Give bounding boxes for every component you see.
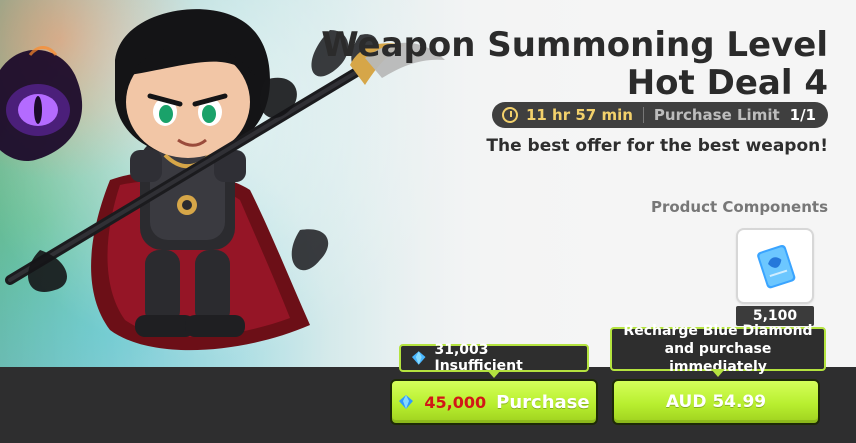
balance-callout-text: 31,003 Insufficient xyxy=(434,342,523,374)
timer-icon xyxy=(501,107,518,123)
blue-diamond-icon xyxy=(399,395,414,409)
timer-text: 11 hr 57 min xyxy=(525,106,633,124)
deal-info-pill: 11 hr 57 min Purchase Limit 1/1 xyxy=(491,102,828,128)
purple-eye-emblem xyxy=(0,46,83,162)
recharge-callout-line2: and purchase immediately xyxy=(664,341,772,375)
purchase-button[interactable]: 45,000 Purchase xyxy=(390,379,598,425)
aud-purchase-button[interactable]: AUD 54.99 xyxy=(612,379,820,425)
recharge-callout: Recharge Blue Diamond and purchase immed… xyxy=(610,323,826,377)
shop-offer-screen: Weapon Summoning Level Hot Deal 4 11 hr … xyxy=(0,0,856,443)
purchase-limit-label: Purchase Limit xyxy=(653,106,780,124)
blue-diamond-card-icon xyxy=(757,244,796,289)
blue-diamond-icon xyxy=(411,351,426,365)
offer-title: Weapon Summoning Level Hot Deal 4 xyxy=(308,26,828,102)
balance-callout: 31,003 Insufficient xyxy=(399,342,589,378)
recharge-callout-line1: Recharge Blue Diamond xyxy=(623,323,813,339)
product-components-label: Product Components xyxy=(650,198,828,216)
purchase-label: Purchase xyxy=(496,391,590,413)
timer: 11 hr 57 min xyxy=(501,106,633,124)
aud-price-label: AUD 54.99 xyxy=(665,392,767,412)
pill-divider xyxy=(642,107,644,123)
offer-title-line2: Hot Deal 4 xyxy=(626,63,828,103)
purchase-limit-value: 1/1 xyxy=(789,106,816,124)
product-item-card[interactable] xyxy=(736,228,814,304)
offer-subtitle: The best offer for the best weapon! xyxy=(486,136,828,156)
offer-title-line1: Weapon Summoning Level xyxy=(321,25,828,65)
purchase-price: 45,000 xyxy=(424,392,487,412)
